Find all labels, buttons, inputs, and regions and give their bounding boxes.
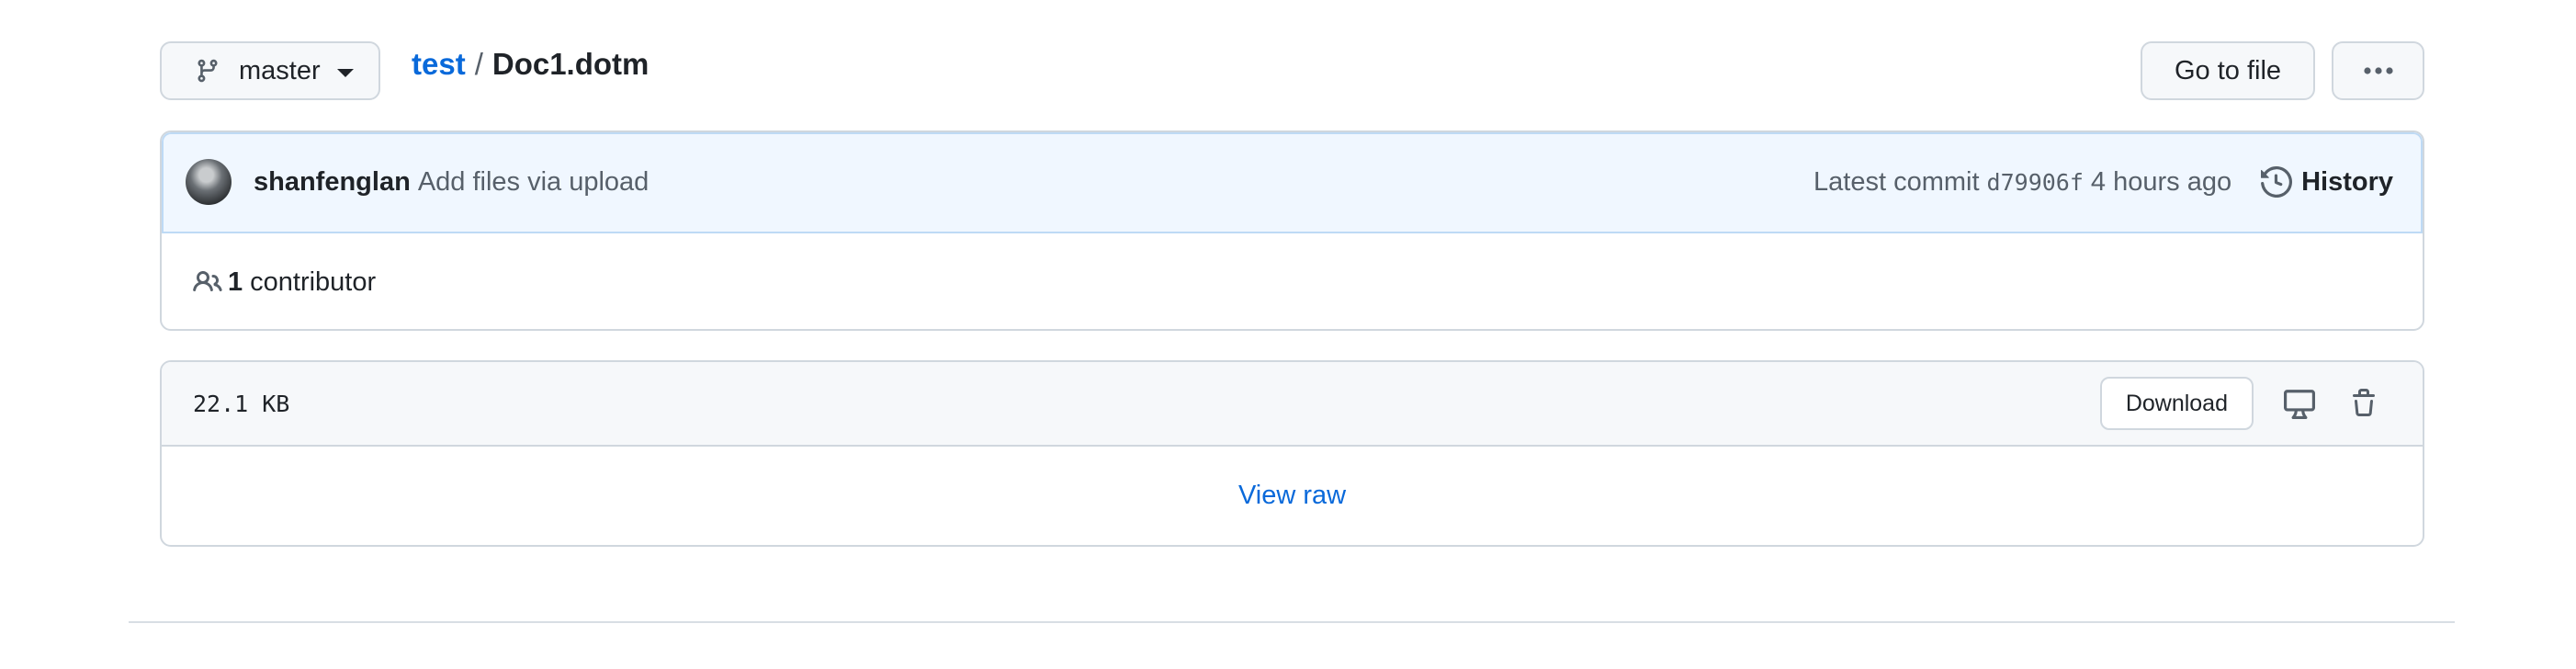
commit-row: shanfenglan Add files via upload Latest … [162, 132, 2423, 233]
commit-time: 4 hours ago [2090, 166, 2232, 197]
download-button[interactable]: Download [2099, 377, 2254, 430]
branch-selector-button[interactable]: master [160, 41, 380, 100]
commit-sha-link[interactable]: d79906f [1987, 169, 2084, 196]
history-icon [2261, 166, 2293, 198]
contributors-row: 1 contributor [162, 233, 2423, 329]
commit-author[interactable]: shanfenglan [254, 167, 411, 198]
file-content-box: 22.1 KB Download View raw [160, 360, 2424, 547]
file-actions: Download [2099, 377, 2382, 430]
latest-commit-label: Latest commit [1813, 166, 1980, 197]
avatar[interactable] [186, 159, 232, 205]
git-branch-icon [195, 58, 220, 84]
file-view-page: master test / Doc1.dotm Go to file shanf… [0, 0, 2576, 669]
view-raw-link[interactable]: View raw [1238, 481, 1346, 511]
file-header: 22.1 KB Download [162, 362, 2423, 447]
delete-file-button[interactable] [2345, 385, 2382, 422]
caret-down-icon [336, 68, 354, 77]
go-to-file-button[interactable]: Go to file [2141, 41, 2315, 100]
desktop-icon [2284, 388, 2315, 419]
footer-divider [129, 621, 2455, 623]
history-label: History [2301, 166, 2393, 197]
contributor-count: 1 [228, 266, 243, 297]
open-desktop-button[interactable] [2281, 385, 2318, 422]
people-icon [193, 267, 222, 297]
latest-commit-box: shanfenglan Add files via upload Latest … [160, 130, 2424, 331]
breadcrumb-repo-link[interactable]: test [412, 47, 466, 82]
trash-icon [2349, 389, 2378, 418]
commit-message[interactable]: Add files via upload [418, 167, 650, 198]
history-link[interactable]: History [2261, 166, 2393, 198]
breadcrumb-file-name: Doc1.dotm [491, 47, 650, 81]
breadcrumb-separator: / [474, 47, 483, 81]
commit-meta: Latest commit d79906f 4 hours ago Histor… [1813, 166, 2393, 198]
contributor-label[interactable]: contributor [250, 267, 376, 298]
breadcrumb: test / Doc1.dotm [412, 42, 649, 86]
more-options-button[interactable] [2332, 41, 2424, 100]
kebab-horizontal-icon [2363, 66, 2394, 75]
file-size: 22.1 KB [193, 390, 290, 417]
file-body: View raw [162, 447, 2423, 545]
branch-name: master [239, 55, 321, 85]
